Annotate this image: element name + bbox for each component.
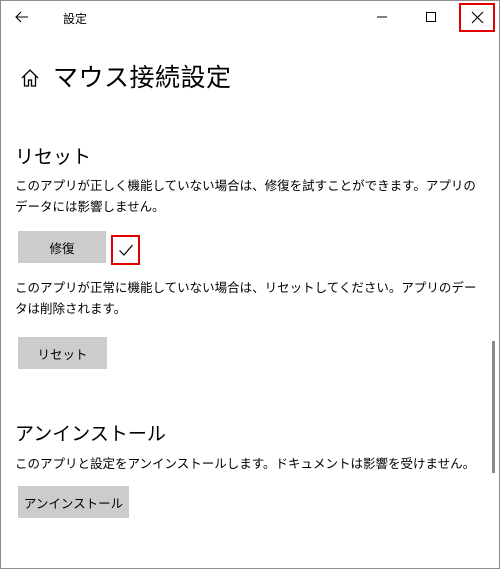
uninstall-section-title: アンインストール (15, 423, 166, 445)
reset-section-title: リセット (15, 146, 92, 168)
uninstall-button[interactable]: アンインストール (18, 486, 129, 518)
close-button[interactable] (459, 3, 495, 32)
back-button[interactable] (7, 3, 37, 31)
repair-status (111, 235, 140, 265)
checkmark-icon (118, 244, 133, 256)
maximize-icon (426, 12, 436, 22)
minimize-icon (377, 16, 387, 18)
repair-description: このアプリが正しく機能していない場合は、修復を試すことができます。アプリのデータ… (15, 178, 476, 214)
uninstall-description: このアプリと設定をアンインストールします。ドキュメントは影響を受けません。 (15, 456, 476, 471)
maximize-button[interactable] (408, 1, 454, 33)
scrollbar-thumb[interactable] (492, 341, 495, 473)
page-title: マウス接続設定 (53, 63, 232, 92)
app-title: 設定 (63, 12, 88, 26)
title-bar: 設定 (1, 1, 499, 33)
next-section-peek (15, 560, 95, 568)
minimize-button[interactable] (359, 1, 405, 33)
close-icon (471, 11, 483, 24)
page-header: マウス接続設定 (19, 58, 232, 94)
repair-button[interactable]: 修復 (18, 231, 106, 263)
reset-description: このアプリが正常に機能していない場合は、リセットしてください。アプリのデータは削… (15, 280, 477, 316)
back-arrow-icon (15, 11, 28, 23)
home-icon (21, 68, 39, 87)
settings-window: 設定 マウス接続設定 リセット このアプリが正しく機能していない場合は、修復を試… (0, 0, 500, 569)
reset-button[interactable]: リセット (18, 337, 107, 369)
